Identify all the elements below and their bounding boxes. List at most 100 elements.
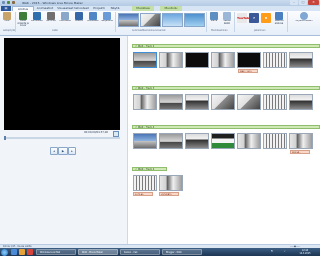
rotate-button[interactable]: Kierrä [208, 12, 220, 26]
group-label-editing: Muokkaaminen [211, 29, 228, 32]
start-button[interactable] [1, 249, 8, 256]
youtube-icon[interactable]: YouTube [237, 13, 251, 23]
select-all-icon [223, 12, 231, 20]
group-separator [15, 12, 16, 32]
caption-item[interactable]: KENGÄ... [290, 150, 310, 154]
theme-thumbnail[interactable] [162, 13, 183, 27]
clip-thumbnail[interactable] [133, 94, 157, 110]
caption-item[interactable]: HYÖKKÄYS [159, 192, 179, 196]
clock-date: 14.3.2015 [299, 252, 311, 255]
next-frame-button[interactable]: ▸ [68, 147, 76, 155]
undo-icon[interactable] [12, 1, 15, 4]
volume-icon[interactable]: ♪ [280, 249, 290, 255]
clip-thumbnail[interactable] [237, 133, 261, 149]
camera-icon [61, 12, 69, 20]
play-button[interactable]: ▶ [58, 147, 68, 155]
facebook-icon[interactable]: f [249, 13, 259, 23]
maximize-button[interactable]: □ [299, 0, 307, 5]
clip-thumbnail[interactable] [263, 52, 287, 68]
webcam-icon [33, 12, 41, 20]
caption-button[interactable]: Kuvateksti [87, 12, 99, 26]
seek-thumb[interactable] [4, 136, 6, 140]
caption-icon [89, 12, 97, 20]
taskbar-item[interactable]: Kansio - Irak [120, 249, 160, 255]
clip-thumbnail[interactable] [237, 52, 261, 68]
title-button[interactable]: Otsikko [73, 12, 85, 26]
clip-thumbnail[interactable] [159, 133, 183, 149]
music-track[interactable]: ♫ IRAK - Track 3 [132, 86, 320, 90]
group-separator [115, 12, 116, 32]
clip-thumbnail[interactable] [185, 52, 209, 68]
taskbar-item[interactable]: Blogger - IRAK [162, 249, 202, 255]
clip-thumbnail[interactable] [159, 175, 183, 191]
credits-button[interactable]: Tekijätiedot [101, 12, 113, 26]
clip-thumbnail[interactable] [159, 52, 183, 68]
music-track[interactable]: ♫ IRAK - Track 4 [132, 167, 167, 171]
clip-thumbnail[interactable] [185, 133, 209, 149]
microphone-icon [47, 12, 55, 20]
save-icon[interactable] [7, 1, 10, 4]
clip-thumbnail[interactable] [237, 94, 261, 110]
storyboard: ♫ IRAK - Track 2 IRAK - 2015 ♫ IRAK - Tr… [127, 36, 320, 244]
group-label-share: Jakaminen [254, 29, 266, 32]
media-player-icon[interactable] [27, 249, 33, 255]
user-icon [300, 12, 308, 20]
webcam-button[interactable]: Verkkokameravideo [31, 12, 43, 26]
paste-button[interactable]: Liitä [1, 12, 13, 26]
clip-thumbnail[interactable] [263, 133, 287, 149]
clip-thumbnail[interactable] [289, 52, 313, 68]
clip-thumbnail[interactable] [263, 94, 287, 110]
save-movie-icon [275, 12, 283, 20]
theme-thumbnail[interactable] [184, 13, 205, 27]
save-movie-button[interactable]: Tallenna elokuva [273, 12, 285, 26]
clip-thumbnail[interactable] [133, 133, 157, 149]
taskbar-item[interactable]: IRAK - Movie Maker [78, 249, 118, 255]
caption-item[interactable]: SOTILAS [133, 192, 153, 196]
folder-icon[interactable] [19, 249, 25, 255]
add-videos-button[interactable]: Lisää videoita ja kuvia [17, 12, 29, 26]
theme-thumbnail[interactable] [140, 13, 161, 27]
narration-button[interactable]: Kerronta [45, 12, 57, 26]
clip-thumbnail[interactable] [289, 133, 313, 149]
caption-item[interactable]: IRAK - 2015 [238, 69, 258, 73]
explorer-icon[interactable] [11, 249, 17, 255]
clip-thumbnail[interactable] [185, 94, 209, 110]
group-label-themes: Automaattiset elokuva-teemat [132, 29, 166, 32]
previous-frame-button[interactable]: ◂ [50, 147, 58, 155]
ribbon: Liitä Leikepöytä Lisää videoita ja kuvia… [0, 11, 320, 36]
music-track[interactable]: ♫ IRAK - Track 4 [132, 125, 320, 129]
video-preview[interactable] [4, 38, 120, 130]
clip-thumbnail[interactable] [289, 94, 313, 110]
group-label-add: Lisää [52, 29, 58, 32]
snapshot-button[interactable]: Tilannevedos [59, 12, 71, 26]
clip-thumbnail[interactable] [211, 133, 235, 149]
minimize-button[interactable]: – [290, 0, 298, 5]
clip-thumbnail[interactable] [159, 94, 183, 110]
blogger-icon[interactable]: B [261, 13, 271, 23]
film-icon [19, 12, 27, 20]
app-menu-icon[interactable] [2, 1, 5, 4]
taskbar-item[interactable]: Windows Live Mail [36, 249, 76, 255]
theme-thumbnail[interactable] [118, 13, 139, 27]
select-all-button[interactable]: Valitse kaikki [221, 12, 233, 26]
rotate-icon [210, 12, 218, 20]
seek-bar[interactable] [4, 137, 120, 139]
clipboard-icon [3, 12, 11, 20]
title-icon [75, 12, 83, 20]
clip-thumbnail[interactable] [133, 175, 157, 191]
clip-thumbnail[interactable] [133, 52, 157, 68]
group-label-clipboard: Leikepöytä [3, 29, 15, 32]
timecode: 00:00,00/04:37,00 [84, 131, 109, 134]
sign-in-button[interactable]: Kirjaudu sisään [292, 12, 316, 26]
clock[interactable]: 12:44 14.3.2015 [292, 249, 318, 255]
window-title: IRAK - 2015 - Windows Live Movie Maker [22, 1, 83, 5]
clip-thumbnail[interactable] [211, 52, 235, 68]
credits-icon [103, 12, 111, 20]
group-separator [206, 12, 207, 32]
group-separator [287, 12, 288, 32]
language-indicator[interactable]: FI [268, 249, 276, 255]
taskbar: Windows Live Mail IRAK - Movie Maker Kan… [0, 248, 320, 256]
clip-thumbnail[interactable] [211, 94, 235, 110]
music-track[interactable]: ♫ IRAK - Track 2 [132, 44, 320, 48]
close-button[interactable]: ✕ [308, 0, 319, 5]
